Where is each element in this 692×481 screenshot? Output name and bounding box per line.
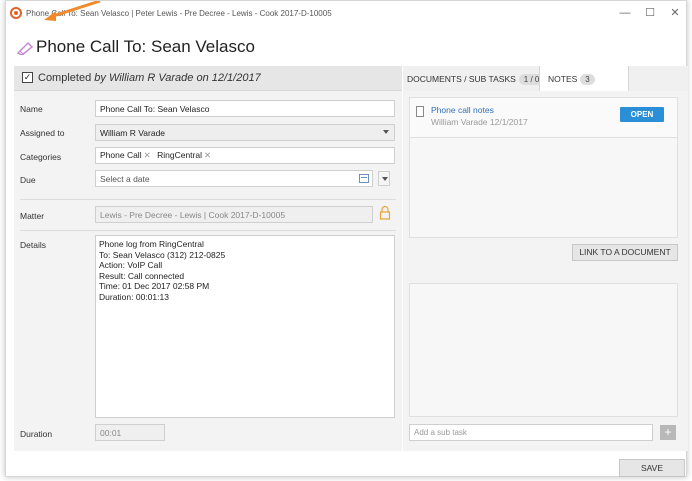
assigned-label: Assigned to [20, 128, 65, 138]
minimize-button[interactable]: — [615, 6, 635, 20]
details-line: Result: Call connected [99, 270, 185, 281]
category-tag-label: RingCentral [157, 150, 202, 160]
category-tag: RingCentral ✕ [157, 150, 212, 161]
tab-badge: 3 [580, 74, 595, 85]
duration-label: Duration [20, 429, 53, 439]
due-date-input[interactable]: Select a date [95, 170, 373, 187]
chevron-down-icon [383, 130, 389, 134]
assigned-value: William R Varade [100, 128, 166, 138]
category-tag: Phone Call ✕ [100, 150, 151, 161]
save-button[interactable]: SAVE [619, 459, 685, 477]
completed-checkbox[interactable]: ✓ [22, 72, 33, 83]
matter-label: Matter [20, 211, 45, 221]
add-subtask-input[interactable]: Add a sub task [409, 424, 653, 441]
divider [20, 199, 396, 200]
due-label: Due [20, 175, 36, 185]
tab-label: NOTES [548, 74, 578, 84]
category-tag-label: Phone Call [100, 150, 142, 160]
annotation-arrow-icon [44, 1, 101, 21]
completed-detail: by William R Varade on 12/1/2017 [94, 72, 261, 84]
add-subtask-button[interactable]: + [660, 425, 676, 440]
duration-field: 00:01 [95, 424, 165, 441]
document-title[interactable]: Phone call notes [431, 105, 494, 115]
details-line: Action: VoIP Call [99, 260, 163, 270]
app-logo-icon [10, 7, 22, 19]
divider [20, 230, 396, 231]
due-placeholder: Select a date [100, 174, 150, 184]
name-field[interactable]: Phone Call To: Sean Velasco [95, 100, 395, 117]
name-label: Name [20, 104, 43, 114]
details-line: Time: 01 Dec 2017 02:58 PM [99, 281, 210, 291]
lock-icon [379, 205, 391, 220]
tag-remove-icon[interactable]: ✕ [204, 150, 211, 160]
assigned-select[interactable]: William R Varade [95, 124, 395, 141]
tag-remove-icon[interactable]: ✕ [144, 150, 151, 160]
maximize-button[interactable]: ☐ [640, 6, 660, 20]
phone-call-edit-icon [16, 41, 34, 55]
tab-label: DOCUMENTS / SUB TASKS [407, 74, 516, 84]
document-list: Phone call notes William Varade 12/1/201… [409, 97, 678, 238]
tab-bar: DOCUMENTS / SUB TASKS 1 / 0 NOTES 3 [403, 66, 688, 91]
details-line: Phone log from RingCentral [99, 239, 204, 249]
categories-field[interactable]: Phone Call ✕ RingCentral ✕ [95, 147, 395, 164]
matter-field: Lewis - Pre Decree - Lewis | Cook 2017-D… [95, 206, 373, 223]
close-button[interactable]: ✕ [665, 6, 685, 20]
details-label: Details [20, 240, 46, 250]
open-button[interactable]: OPEN [620, 107, 664, 122]
tab-notes[interactable]: NOTES 3 [539, 66, 629, 91]
details-line: To: Sean Velasco (312) 212-0825 [99, 249, 226, 260]
calendar-icon[interactable] [359, 174, 369, 183]
documents-panel: Phone call notes William Varade 12/1/201… [403, 91, 688, 451]
due-dropdown-button[interactable] [378, 171, 390, 186]
link-document-button[interactable]: LINK TO A DOCUMENT [572, 244, 678, 261]
task-form: ✓ Completed by William R Varade on 12/1/… [14, 66, 402, 451]
document-row[interactable]: Phone call notes William Varade 12/1/201… [410, 98, 677, 138]
tab-documents-subtasks[interactable]: DOCUMENTS / SUB TASKS 1 / 0 [403, 66, 545, 91]
subtask-list [409, 283, 678, 417]
completed-label: Completed [38, 72, 92, 84]
task-window: Phone Call To: Sean Velasco | Peter Lewi… [5, 0, 688, 477]
completed-bar: ✓ Completed by William R Varade on 12/1/… [14, 66, 402, 91]
categories-label: Categories [20, 152, 62, 162]
details-textarea[interactable]: Phone log from RingCentral To: Sean Vela… [95, 235, 395, 418]
page-title: Phone Call To: Sean Velasco [36, 37, 255, 56]
title-bar: Phone Call To: Sean Velasco | Peter Lewi… [6, 1, 686, 27]
document-icon [416, 106, 424, 117]
details-line: Duration: 00:01:13 [99, 291, 169, 302]
completed-status: Completed by William R Varade on 12/1/20… [38, 72, 261, 84]
document-meta: William Varade 12/1/2017 [431, 117, 528, 127]
